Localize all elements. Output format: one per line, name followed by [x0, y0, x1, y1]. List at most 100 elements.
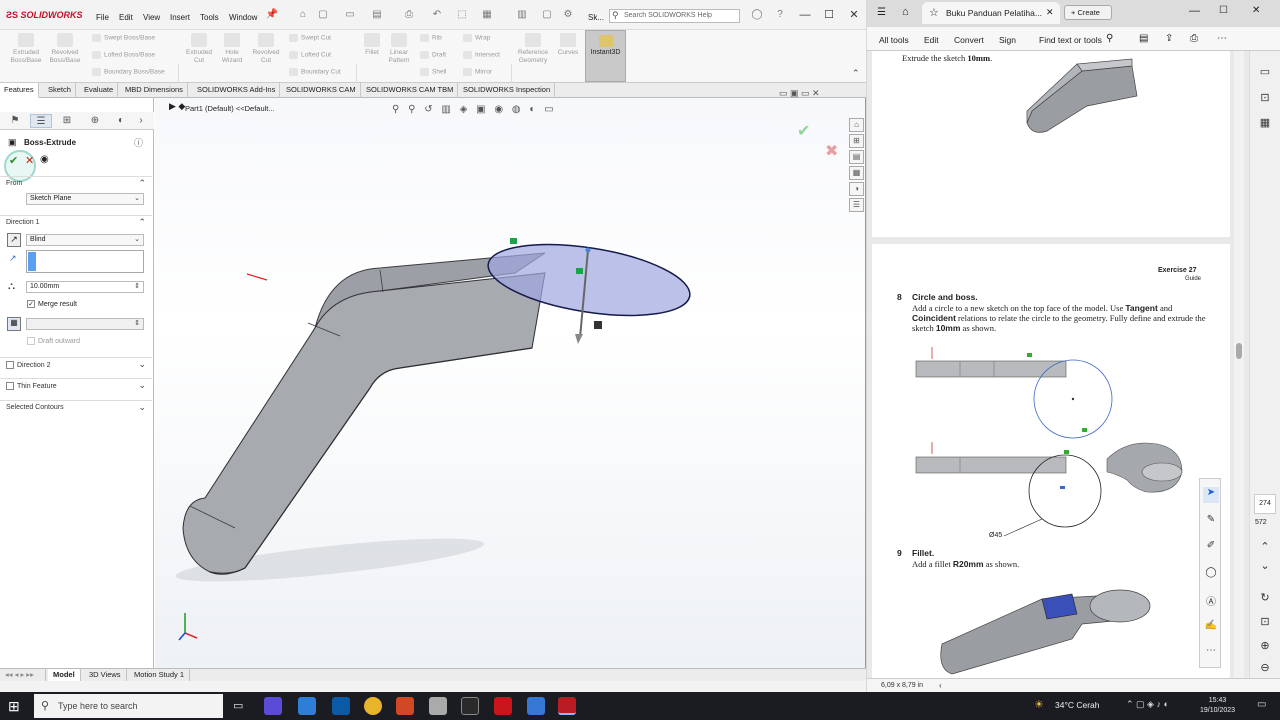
powerpoint-icon[interactable]	[396, 697, 414, 715]
text-box-icon[interactable]: Ⓐ	[1203, 593, 1219, 609]
home-icon[interactable]: ⌂	[296, 9, 310, 21]
bluetooth-icon[interactable]	[527, 697, 545, 715]
menu-insert[interactable]: Insert	[170, 13, 190, 22]
restore-view-icon[interactable]: ▭ ▣ ▭ ✕	[779, 88, 820, 99]
user-icon[interactable]: ◯	[750, 9, 764, 21]
edge-icon[interactable]	[332, 697, 350, 715]
view-settings-icon[interactable]: ▭	[544, 104, 553, 115]
model-canvas[interactable]: ✔ ✖	[155, 98, 865, 668]
swept-boss-button[interactable]: Swept Boss/Base	[92, 34, 155, 43]
layers-icon[interactable]: ▢	[540, 9, 554, 21]
preview-eye-icon[interactable]: ◉	[40, 154, 49, 165]
scroll-left-icon[interactable]: ‹	[939, 681, 942, 690]
help-search-input[interactable]: ⚲ Search SOLIDWORKS Help	[609, 9, 740, 23]
configuration-manager-icon[interactable]: ⊞	[56, 114, 78, 128]
swept-cut-button[interactable]: Swept Cut	[289, 34, 331, 43]
tab-evaluate[interactable]: Evaluate	[80, 83, 119, 98]
tab-mbd-dimensions[interactable]: MBD Dimensions	[121, 83, 188, 98]
extruded-boss-button[interactable]: Extruded Boss/Base	[6, 33, 46, 65]
home-icon[interactable]: ⌂	[902, 6, 909, 18]
selected-contours-section-header[interactable]: Selected Contours ⌄	[0, 400, 152, 414]
menu-tools[interactable]: Tools	[200, 13, 219, 22]
print-icon[interactable]: ⎙	[402, 9, 416, 21]
print-icon[interactable]: ⎙	[1190, 33, 1198, 44]
close-button[interactable]: ✕	[845, 8, 863, 22]
minimize-button[interactable]: —	[796, 8, 814, 22]
browser-tab[interactable]: ☆ Buku Panduan Pelatiha... ✕	[922, 2, 1060, 24]
tab-cam[interactable]: SOLIDWORKS CAM	[282, 83, 361, 98]
draft-outward-checkbox[interactable]: Draft outward	[27, 337, 80, 345]
file-explorer-icon[interactable]: ▤	[849, 150, 864, 164]
open-icon[interactable]: ▭	[343, 9, 357, 21]
select-cursor-icon[interactable]: ➤	[1203, 487, 1219, 503]
minimize-button[interactable]: —	[1189, 5, 1200, 17]
calculator-icon[interactable]	[429, 697, 447, 715]
zoom-area-icon[interactable]: ⚲	[408, 104, 415, 115]
draft-button[interactable]: Draft	[420, 51, 446, 60]
fillet-button[interactable]: Fillet	[360, 33, 384, 57]
edit-menu[interactable]: Edit	[924, 35, 939, 45]
scrollbar[interactable]	[1234, 51, 1244, 678]
from-dropdown[interactable]: Sketch Plane ⌄	[26, 193, 144, 205]
direction2-section-header[interactable]: Direction 2 ⌄	[0, 357, 152, 371]
draw-shape-icon[interactable]: ◯	[1203, 567, 1219, 583]
end-condition-dropdown[interactable]: Blind ⌄	[26, 234, 144, 246]
tab-addins[interactable]: SOLIDWORKS Add-Ins	[193, 83, 281, 98]
thin-feature-section-header[interactable]: Thin Feature ⌄	[0, 378, 152, 392]
thin-feature-checkbox[interactable]	[6, 382, 14, 390]
ok-check-icon[interactable]: ✔	[9, 154, 18, 167]
linear-pattern-button[interactable]: Linear Pattern	[384, 33, 414, 65]
collapse-ribbon-icon[interactable]: ⌃	[852, 68, 860, 79]
chrome-icon[interactable]	[364, 697, 382, 715]
bookmark-icon[interactable]: ⊡	[1257, 91, 1273, 105]
solidworks-logo[interactable]: ƧS SOLIDWORKS	[6, 10, 83, 20]
scrollbar-thumb[interactable]	[1236, 343, 1242, 359]
options-gear-icon[interactable]: ⚙	[561, 9, 575, 21]
pin-icon[interactable]: 📌	[265, 9, 279, 21]
page-number-input[interactable]: 274	[1254, 494, 1276, 514]
search-icon[interactable]: ⚲	[1106, 33, 1113, 44]
weather-text[interactable]: 34°C Cerah	[1055, 700, 1100, 710]
instant3d-button[interactable]: Instant3D	[585, 30, 626, 82]
view-orientation-icon[interactable]: ◈	[460, 104, 468, 115]
menu-edit[interactable]: Edit	[119, 13, 133, 22]
menu-icon[interactable]: ☰	[877, 7, 886, 18]
tab-cam-tbm[interactable]: SOLIDWORKS CAM TBM	[362, 83, 459, 98]
close-window-button[interactable]: ✕	[1252, 5, 1260, 16]
more-tools-icon[interactable]: ⋯	[1203, 645, 1219, 661]
display-manager-icon[interactable]: ◐	[110, 114, 132, 128]
save-icon[interactable]: ▤	[1139, 33, 1148, 44]
app-icon[interactable]	[461, 697, 479, 715]
reference-geometry-button[interactable]: Reference Geometry	[514, 33, 552, 65]
appearances-icon[interactable]: ◑	[849, 182, 864, 196]
spinner-icon[interactable]: ⇕	[134, 282, 140, 290]
comment-icon[interactable]: ✎	[1203, 514, 1219, 530]
rebuild-icon[interactable]: ▦	[480, 9, 494, 21]
clock[interactable]: 15:43 19/10/2023	[1200, 696, 1235, 716]
direction2-checkbox[interactable]	[6, 361, 14, 369]
file-properties-icon[interactable]: ▥	[515, 9, 529, 21]
highlight-pen-icon[interactable]: ✐	[1203, 540, 1219, 556]
help-icon[interactable]: ?	[773, 9, 787, 21]
lofted-boss-button[interactable]: Lofted Boss/Base	[92, 51, 155, 60]
find-tools-input[interactable]: Find text or tools	[1039, 35, 1102, 45]
appearance-icon[interactable]: ◍	[512, 104, 521, 115]
custom-properties-icon[interactable]: ☰	[849, 198, 864, 212]
feature-tree-path[interactable]: Part1 (Default) <<Default...	[185, 104, 275, 113]
maximize-button[interactable]: ☐	[1219, 5, 1228, 16]
hide-show-icon[interactable]: ◉	[494, 104, 503, 115]
mail-icon[interactable]	[298, 697, 316, 715]
direction1-section-header[interactable]: Direction 1 ⌃	[0, 215, 152, 229]
solidworks-taskbar-icon[interactable]	[558, 697, 576, 715]
revolved-boss-button[interactable]: Revolved Boss/Base	[46, 33, 84, 65]
save-icon[interactable]: ▤	[370, 9, 384, 21]
select-icon[interactable]: ⬚	[455, 9, 469, 21]
convert-menu[interactable]: Convert	[954, 35, 984, 45]
depth-input[interactable]: 10.00mm ⇕	[26, 281, 144, 293]
help-icon[interactable]: ⓘ	[134, 136, 143, 149]
draft-angle-input[interactable]: ⇕	[26, 318, 144, 330]
shell-button[interactable]: Shell	[420, 68, 446, 77]
extruded-cut-button[interactable]: Extruded Cut	[182, 33, 216, 65]
create-button[interactable]: + Create	[1064, 5, 1112, 20]
system-tray-icons[interactable]: ⌃ ▢ ◈ ♪ ◐	[1126, 699, 1169, 710]
